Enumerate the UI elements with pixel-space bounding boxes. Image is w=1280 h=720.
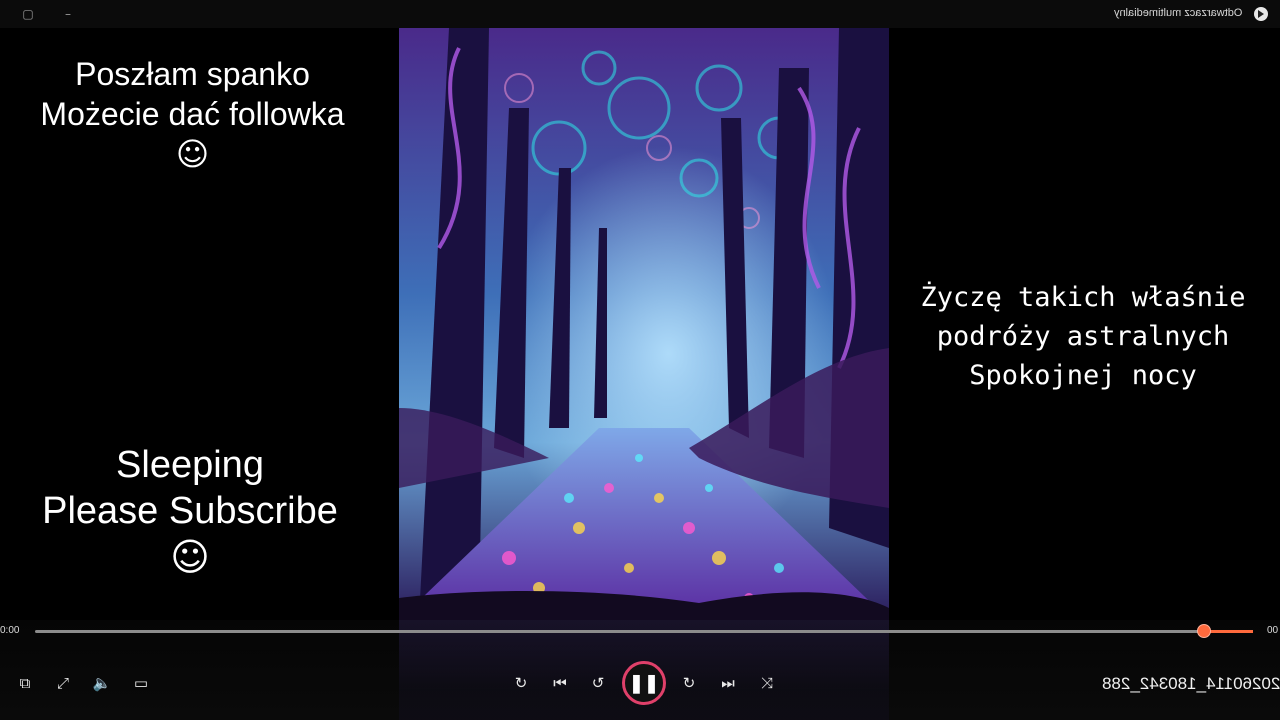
seek-bar[interactable]: [35, 630, 1253, 633]
fullscreen-icon[interactable]: ⤢: [52, 672, 74, 694]
rewind-30-icon[interactable]: ↺: [587, 672, 609, 694]
repeat-icon[interactable]: ↻: [510, 672, 532, 694]
overlay-line: Spokojnej nocy: [969, 360, 1197, 391]
overlay-line: Życzę takich właśnie: [920, 282, 1246, 313]
pause-icon: ❚❚: [628, 673, 660, 693]
psychedelic-forest-image: [399, 28, 889, 620]
subtitles-icon[interactable]: ▭: [130, 672, 152, 694]
time-elapsed: 0:00: [0, 625, 20, 636]
overlay-line: Poszłam spanko: [75, 56, 310, 92]
mini-player-icon[interactable]: ⧉: [14, 672, 36, 694]
volume-icon[interactable]: 🔈: [91, 672, 113, 694]
pause-button[interactable]: ❚❚: [622, 661, 666, 705]
smiley-icon: ☺: [170, 535, 210, 579]
play-circle-icon: [1254, 7, 1268, 21]
overlay-line: Please Subscribe: [42, 490, 338, 532]
minimize-icon[interactable]: –: [58, 4, 78, 24]
smiley-icon: ☺: [175, 135, 210, 173]
restore-icon[interactable]: ▢: [18, 4, 38, 24]
time-total: 00: [1267, 625, 1279, 636]
next-icon[interactable]: ⏭: [717, 672, 739, 694]
shuffle-icon[interactable]: ⤨: [756, 672, 778, 694]
overlay-line: Sleeping: [116, 444, 264, 486]
file-name: _20260114_180342_288: [1102, 674, 1280, 693]
overlay-text-goodnight: Życzę takich właśnie podróży astralnych …: [893, 278, 1273, 395]
overlay-line: podróży astralnych: [936, 321, 1230, 352]
title-bar: ▢ – Odtwarzacz multimedialny: [0, 0, 1280, 28]
forward-10-icon[interactable]: ↻: [678, 672, 700, 694]
seek-bar-remaining: [1204, 630, 1253, 633]
video-frame[interactable]: [399, 28, 889, 620]
previous-icon[interactable]: ⏮: [549, 672, 571, 694]
app-title: Odtwarzacz multimedialny: [1113, 7, 1242, 19]
overlay-text-polish: Poszłam spanko Możecie dać followka ☺: [0, 54, 385, 174]
overlay-line: Możecie dać followka: [40, 96, 345, 132]
overlay-text-english: Sleeping Please Subscribe ☺: [0, 442, 380, 580]
